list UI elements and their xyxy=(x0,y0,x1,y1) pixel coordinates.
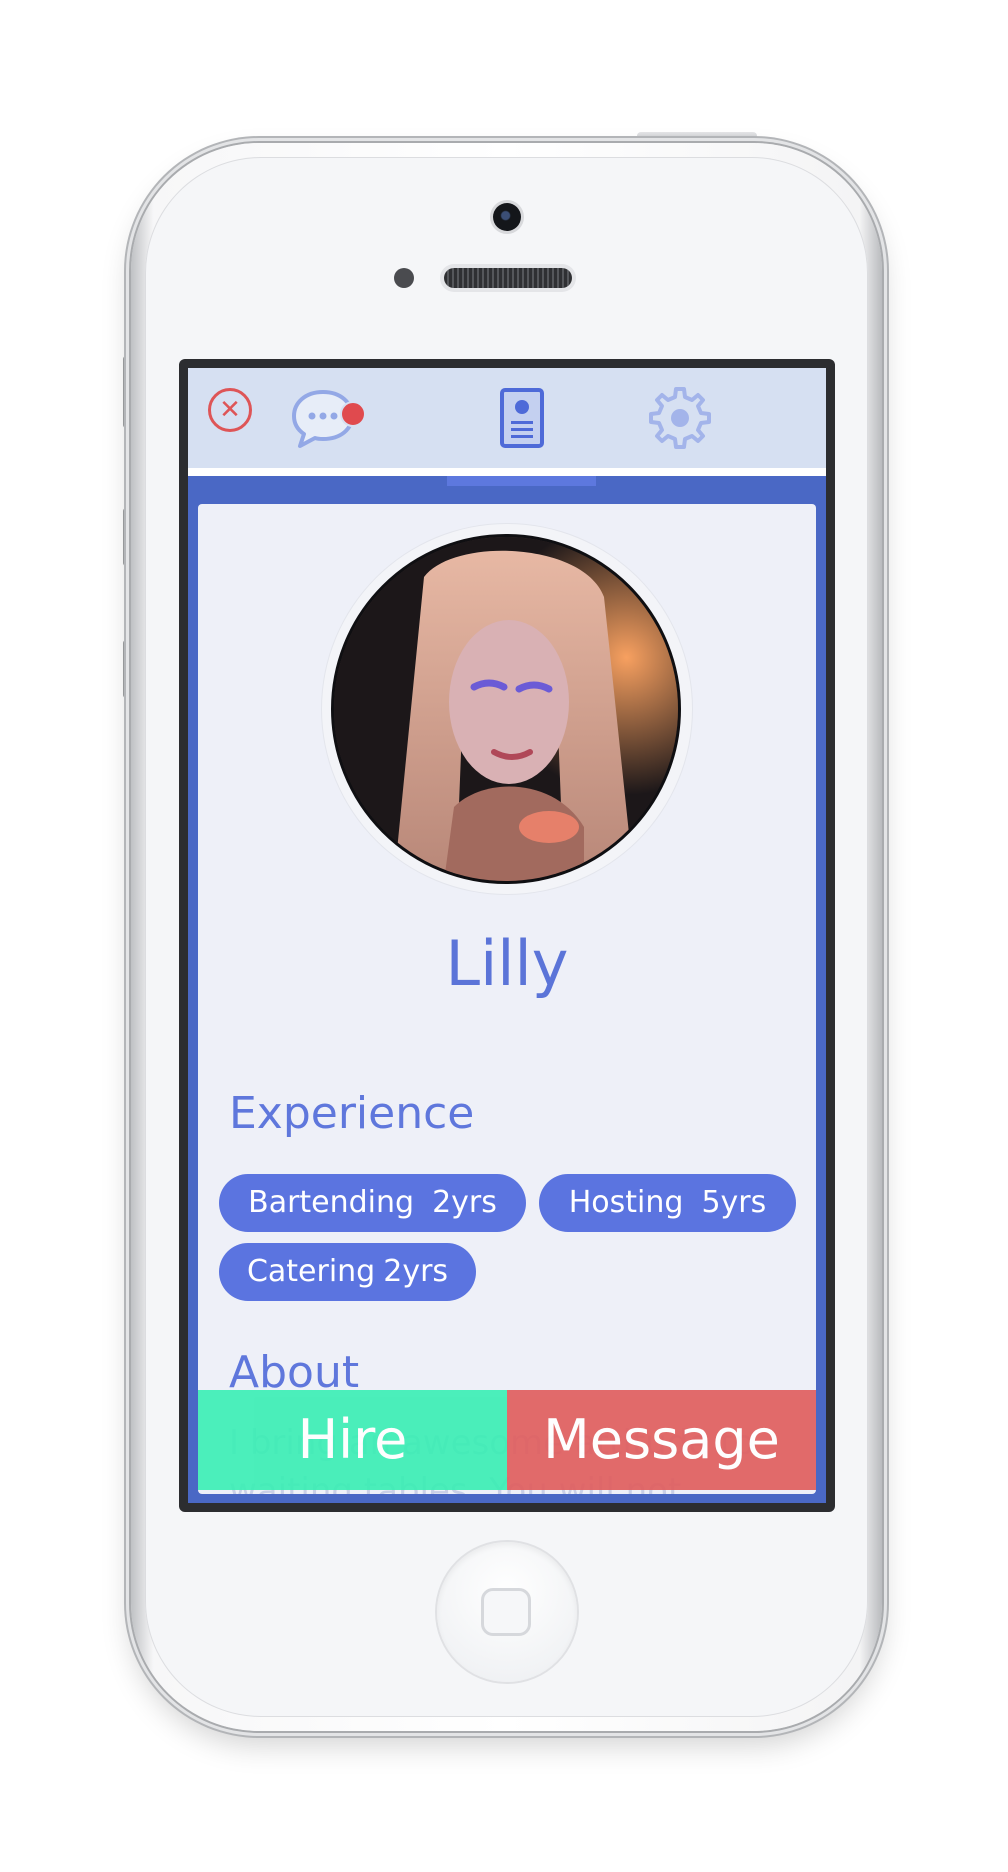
skill-label: Hosting xyxy=(568,1185,684,1220)
home-button-icon xyxy=(481,1588,531,1636)
avatar xyxy=(331,534,681,884)
avatar-photo xyxy=(334,537,678,881)
profile-card-icon xyxy=(500,388,544,448)
skill-label: Catering xyxy=(246,1254,376,1289)
active-tab-indicator xyxy=(447,476,596,486)
skill-label: Bartending xyxy=(248,1185,415,1220)
skill-years: 2yrs xyxy=(432,1185,497,1220)
tab-profile[interactable] xyxy=(447,368,597,468)
skill-years: 2yrs xyxy=(383,1254,449,1289)
skill-chip-bartending: Bartending 2yrs xyxy=(219,1174,526,1232)
profile-card: Lilly Experience Bartending 2yrs Hosting 5… xyxy=(198,504,816,1494)
close-icon: ✕ xyxy=(219,395,241,425)
close-button[interactable]: ✕ xyxy=(208,388,252,432)
skill-chip-hosting: Hosting 5yrs xyxy=(539,1174,796,1232)
tab-messages[interactable] xyxy=(248,368,398,468)
gear-icon xyxy=(649,387,711,449)
device-mockup: ✕ Lilly Experience Bartending 2yrs Hosti… xyxy=(0,0,1008,1872)
top-nav-bar: ✕ xyxy=(188,368,826,476)
unread-badge xyxy=(340,401,366,427)
skill-chip-catering: Catering 2yrs xyxy=(219,1243,476,1301)
message-button[interactable]: Message xyxy=(507,1390,816,1490)
earpiece-speaker xyxy=(444,268,572,288)
profile-name: Lilly xyxy=(445,927,569,1000)
hire-button[interactable]: Hire xyxy=(198,1390,507,1490)
front-camera xyxy=(493,203,521,231)
tab-settings[interactable] xyxy=(605,368,755,468)
experience-heading: Experience xyxy=(229,1088,475,1139)
skill-years: 5yrs xyxy=(701,1185,767,1220)
proximity-sensor xyxy=(394,268,414,288)
app-screen: ✕ Lilly Experience Bartending 2yrs Hosti… xyxy=(188,368,826,1503)
